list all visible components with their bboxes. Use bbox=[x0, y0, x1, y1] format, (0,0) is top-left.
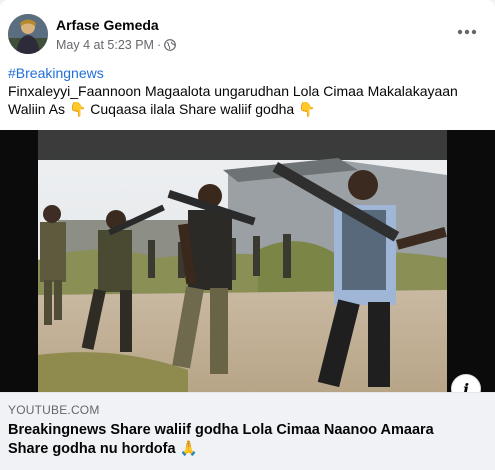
more-options-button[interactable] bbox=[452, 20, 482, 44]
post-text: #Breakingnews Finxaleyyi_Faannoon Magaal… bbox=[8, 64, 488, 118]
post-meta: May 4 at 5:23 PM · bbox=[56, 38, 177, 52]
hashtag-link[interactable]: #Breakingnews bbox=[8, 64, 488, 82]
avatar-image bbox=[8, 14, 48, 54]
link-title[interactable]: Breakingnews Share waliif godha Lola Cim… bbox=[8, 421, 478, 459]
post-body-line-1: Finxaleyyi_Faannoon Magaalota ungarudhan… bbox=[8, 83, 458, 99]
link-preview[interactable]: YOUTUBE.COM Breakingnews Share waliif go… bbox=[0, 392, 495, 470]
link-domain: YOUTUBE.COM bbox=[8, 403, 100, 417]
author-name[interactable]: Arfase Gemeda bbox=[56, 17, 159, 33]
thumbnail-image bbox=[38, 130, 447, 392]
link-title-line-2: Share godha nu hordofa 🙏 bbox=[8, 441, 198, 457]
post-date[interactable]: May 4 at 5:23 PM bbox=[56, 38, 154, 52]
more-horizontal-icon bbox=[457, 29, 477, 35]
post-body-line-2: Waliin As 👇 Cuqaasa ilala Share waliif g… bbox=[8, 101, 316, 117]
avatar[interactable] bbox=[8, 14, 48, 54]
meta-separator: · bbox=[156, 38, 162, 52]
globe-icon[interactable] bbox=[164, 39, 177, 51]
video-thumbnail[interactable]: i bbox=[0, 130, 495, 404]
facebook-post: Arfase Gemeda May 4 at 5:23 PM · #Breaki… bbox=[0, 0, 495, 470]
link-title-line-1: Breakingnews Share waliif godha Lola Cim… bbox=[8, 422, 434, 438]
post-header: Arfase Gemeda May 4 at 5:23 PM · bbox=[8, 14, 488, 58]
